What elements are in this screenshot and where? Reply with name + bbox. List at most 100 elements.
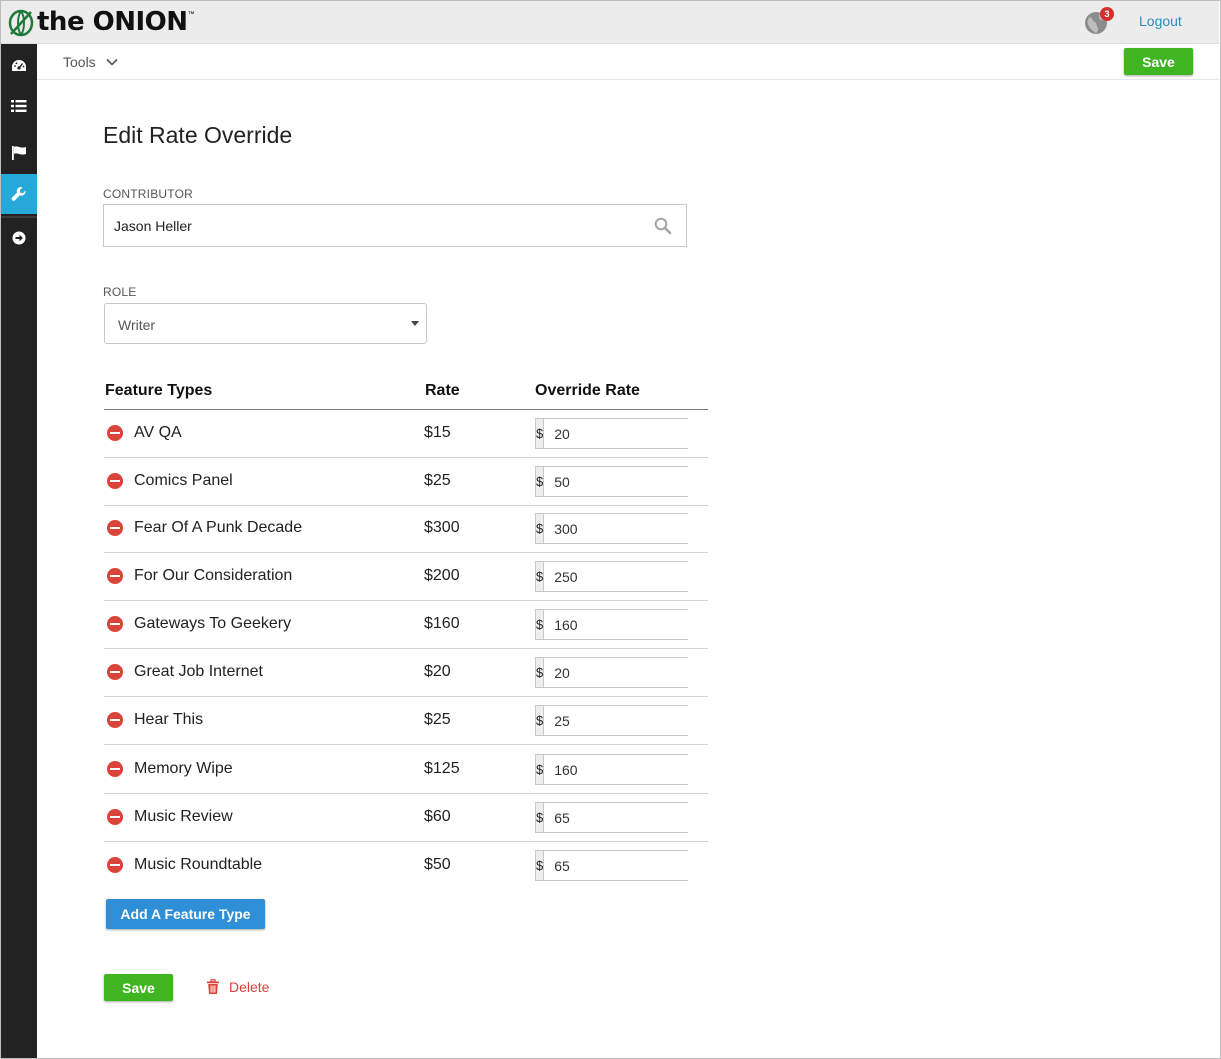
override-rate-group: $ xyxy=(535,850,736,881)
override-rate-input[interactable] xyxy=(544,514,736,543)
page-title: Edit Rate Override xyxy=(103,122,293,148)
currency-addon: $ xyxy=(536,419,545,448)
feature-type-name: AV QA xyxy=(134,424,182,441)
sidebar-item-sign-out[interactable] xyxy=(1,218,37,258)
contributor-input[interactable] xyxy=(114,205,644,246)
remove-icon[interactable] xyxy=(107,809,123,825)
wrench-icon xyxy=(11,187,26,201)
feature-type-name: Comics Panel xyxy=(134,472,233,489)
sidebar-item-dashboard[interactable] xyxy=(1,46,37,86)
table-row: Great Job Internet $20 $ xyxy=(104,649,736,697)
override-rate-input[interactable] xyxy=(544,706,736,735)
override-rate-group: $ xyxy=(535,466,736,497)
feature-type-name: Gateways To Geekery xyxy=(134,615,292,632)
feature-type-name: Music Review xyxy=(134,808,233,825)
sidebar-item-list[interactable] xyxy=(1,86,37,126)
tools-dropdown[interactable]: Tools xyxy=(63,54,118,70)
chevron-down-icon xyxy=(106,58,118,66)
override-rate-group: $ xyxy=(535,561,736,592)
trash-icon xyxy=(207,979,219,994)
currency-addon: $ xyxy=(536,610,545,639)
onion-logo-icon xyxy=(8,9,34,37)
delete-label: Delete xyxy=(229,979,270,995)
feature-type-name: Memory Wipe xyxy=(134,760,233,777)
sidebar xyxy=(1,44,37,1058)
feature-rate: $160 xyxy=(424,615,460,632)
feature-rate: $125 xyxy=(424,760,460,777)
feature-type-name: For Our Consideration xyxy=(134,567,293,584)
override-rate-input[interactable] xyxy=(544,658,736,687)
currency-addon: $ xyxy=(536,658,545,687)
remove-icon[interactable] xyxy=(107,712,123,728)
table-row: Memory Wipe $125 $ xyxy=(104,746,736,794)
sidebar-item-tools[interactable] xyxy=(1,174,37,214)
table-row: Hear This $25 $ xyxy=(104,697,736,745)
override-rate-group: $ xyxy=(535,802,736,833)
onion-logo[interactable]: the ONION ™ xyxy=(7,5,195,39)
remove-icon[interactable] xyxy=(107,761,123,777)
role-selected-value: Writer xyxy=(118,317,156,333)
remove-icon[interactable] xyxy=(107,425,123,441)
override-rate-group: $ xyxy=(535,609,736,640)
override-rate-input[interactable] xyxy=(544,419,736,448)
override-rate-input[interactable] xyxy=(544,803,736,832)
feature-rate: $60 xyxy=(424,808,451,825)
override-rate-group: $ xyxy=(535,657,736,688)
override-rate-input[interactable] xyxy=(544,755,736,784)
sign-out-icon xyxy=(12,231,26,245)
header-override-rate: Override Rate xyxy=(535,382,640,399)
feature-type-name: Fear Of A Punk Decade xyxy=(134,519,303,536)
sidebar-item-flag[interactable] xyxy=(1,132,37,172)
save-button-top[interactable]: Save xyxy=(1124,48,1193,75)
currency-addon: $ xyxy=(536,706,545,735)
remove-icon[interactable] xyxy=(107,568,123,584)
feature-type-name: Hear This xyxy=(134,711,204,728)
table-row: Music Review $60 $ xyxy=(104,794,736,842)
override-rate-group: $ xyxy=(535,513,736,544)
save-button-bottom[interactable]: Save xyxy=(104,974,173,1001)
header-feature-types: Feature Types xyxy=(105,382,213,399)
currency-addon: $ xyxy=(536,514,545,543)
override-rate-input[interactable] xyxy=(544,562,736,591)
feature-rate: $300 xyxy=(424,519,460,536)
feature-rate: $25 xyxy=(424,472,451,489)
notification-badge: 3 xyxy=(1100,7,1114,21)
currency-addon: $ xyxy=(536,467,545,496)
remove-icon[interactable] xyxy=(107,520,123,536)
role-select[interactable]: Writer xyxy=(104,303,427,344)
remove-icon[interactable] xyxy=(107,616,123,632)
table-row: Gateways To Geekery $160 $ xyxy=(104,601,736,649)
logo-trademark: ™ xyxy=(187,11,195,18)
currency-addon: $ xyxy=(536,755,545,784)
override-rate-group: $ xyxy=(535,418,736,449)
feature-rate: $200 xyxy=(424,567,460,584)
remove-icon[interactable] xyxy=(107,857,123,873)
search-icon[interactable] xyxy=(654,217,672,235)
logout-link[interactable]: Logout xyxy=(1139,13,1182,29)
contributor-label: CONTRIBUTOR xyxy=(103,187,193,201)
currency-addon: $ xyxy=(536,562,545,591)
table-row: Fear Of A Punk Decade $300 $ xyxy=(104,505,736,553)
list-icon xyxy=(11,100,27,112)
feature-type-name: Music Roundtable xyxy=(134,856,263,873)
table-row: For Our Consideration $200 $ xyxy=(104,553,736,601)
override-rate-group: $ xyxy=(535,754,736,785)
table-row: Comics Panel $25 $ xyxy=(104,458,736,506)
table-row: AV QA $15 $ xyxy=(104,410,736,458)
dashboard-icon xyxy=(12,60,26,71)
feature-rate: $20 xyxy=(424,663,451,680)
override-rate-input[interactable] xyxy=(544,467,736,496)
header-rate: Rate xyxy=(425,382,460,399)
remove-icon[interactable] xyxy=(107,664,123,680)
override-rate-input[interactable] xyxy=(544,851,736,880)
top-bar: the ONION ™ 3 Logout xyxy=(1,1,1219,44)
sub-toolbar: Tools xyxy=(37,44,1219,80)
remove-icon[interactable] xyxy=(107,473,123,489)
currency-addon: $ xyxy=(536,851,545,880)
flag-icon xyxy=(12,145,26,160)
caret-down-icon xyxy=(411,321,419,326)
table-row: Music Roundtable $50 $ xyxy=(104,842,736,890)
override-rate-input[interactable] xyxy=(544,610,736,639)
delete-button[interactable]: Delete xyxy=(206,979,269,995)
add-feature-type-button[interactable]: Add A Feature Type xyxy=(106,899,265,929)
